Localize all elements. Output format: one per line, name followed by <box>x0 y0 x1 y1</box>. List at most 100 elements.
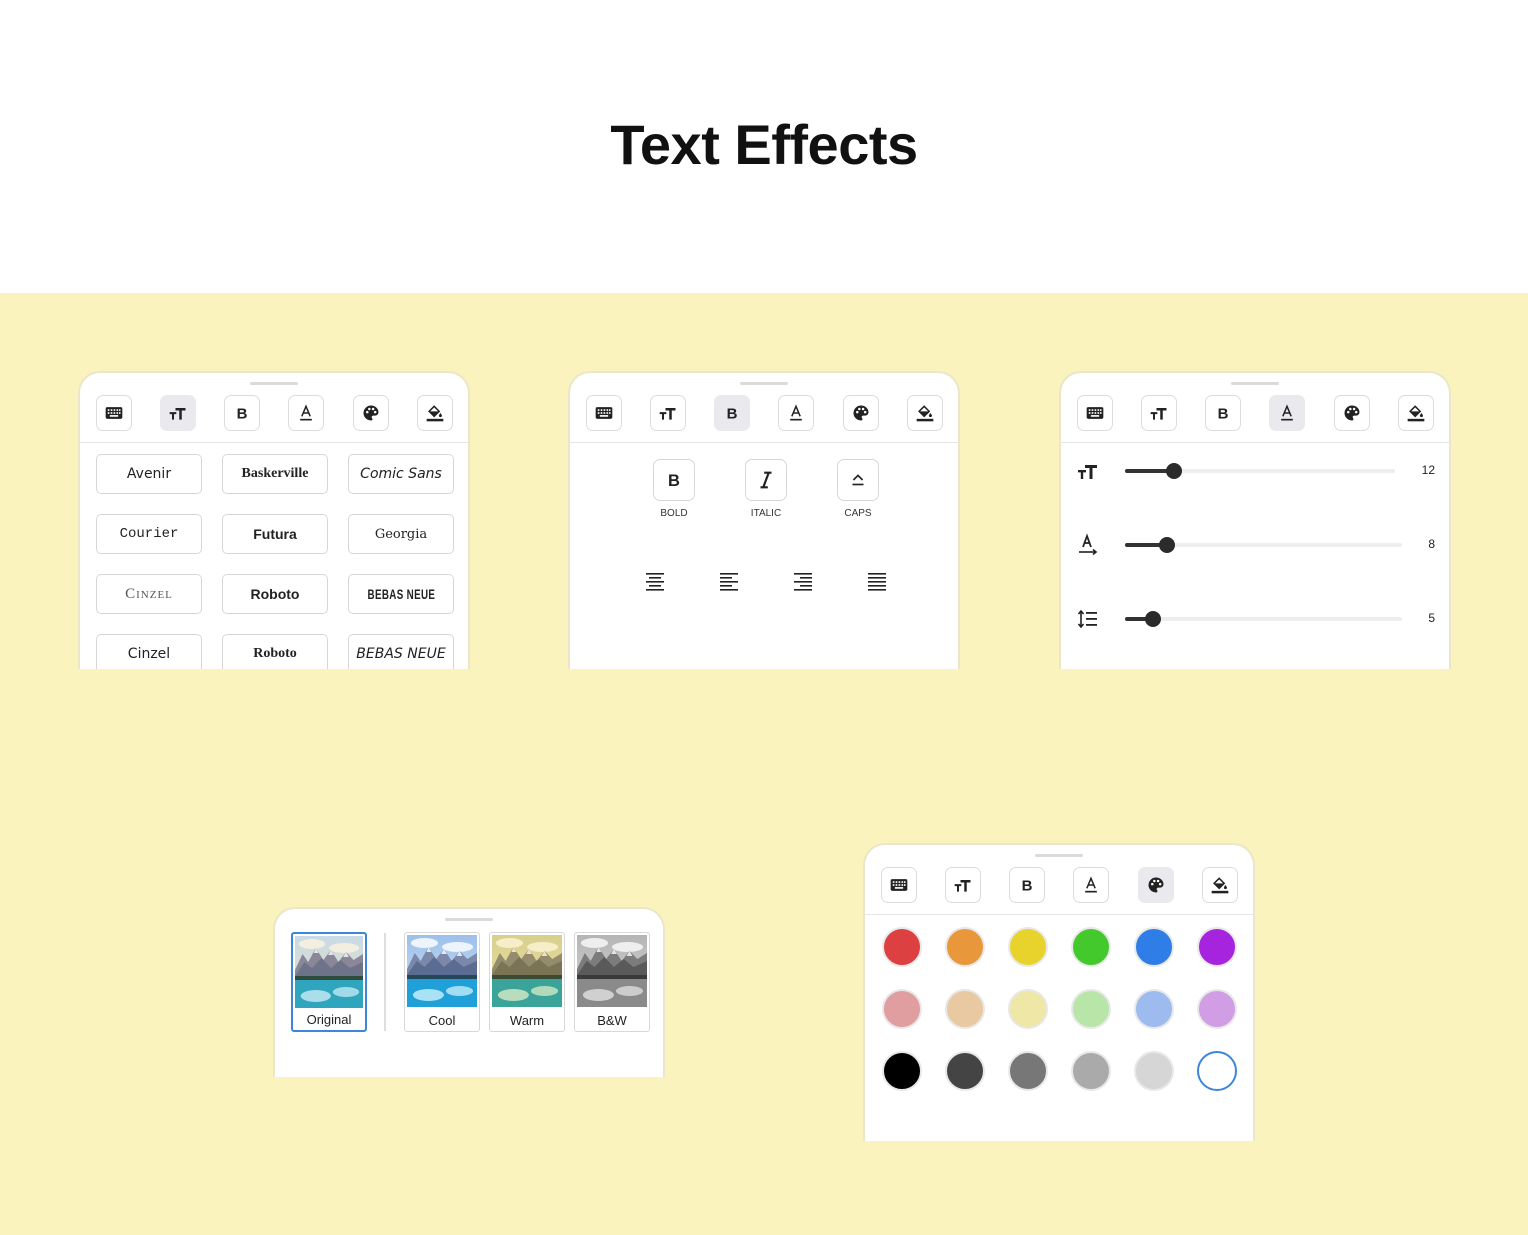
fill-bucket-icon <box>1406 403 1426 423</box>
fill-bucket-icon <box>1210 875 1230 895</box>
color-swatch[interactable] <box>945 927 985 967</box>
color-swatch[interactable] <box>1071 927 1111 967</box>
filter-preview-image <box>295 936 363 1008</box>
color-swatch[interactable] <box>1197 989 1237 1029</box>
color-swatch-selected[interactable] <box>1197 1051 1237 1091</box>
font-option-label: Baskerville <box>241 466 309 481</box>
page-title: Text Effects <box>610 113 918 176</box>
text-size-tool-button[interactable] <box>650 395 686 431</box>
bold-tool-button[interactable]: B <box>1205 395 1241 431</box>
sheet-grabber[interactable] <box>1035 854 1083 857</box>
fill-bucket-tool-button[interactable] <box>907 395 943 431</box>
color-swatch[interactable] <box>1134 1051 1174 1091</box>
font-option[interactable]: Courier <box>96 514 202 554</box>
filter-preview-image <box>407 935 477 1007</box>
letter-spacing-slider[interactable] <box>1125 537 1402 553</box>
font-option[interactable]: Roboto <box>222 574 328 614</box>
toolbar: B <box>570 395 958 443</box>
color-swatch[interactable] <box>882 1051 922 1091</box>
svg-text:B: B <box>1022 877 1033 894</box>
text-size-icon <box>658 403 678 423</box>
keyboard-tool-button[interactable] <box>1077 395 1113 431</box>
text-color-tool-button[interactable] <box>1073 867 1109 903</box>
color-swatch[interactable] <box>1134 927 1174 967</box>
text-color-tool-button[interactable] <box>1269 395 1305 431</box>
line-height-slider-knob[interactable] <box>1144 611 1161 627</box>
palette-tool-button[interactable] <box>353 395 389 431</box>
font-option-label: Avenir <box>126 466 172 482</box>
keyboard-tool-button[interactable] <box>881 867 917 903</box>
svg-text:B: B <box>668 472 680 490</box>
color-swatch[interactable] <box>945 1051 985 1091</box>
bold-tool-button[interactable]: B <box>1009 867 1045 903</box>
filter-bw-option[interactable]: B&W <box>574 932 650 1032</box>
color-swatch[interactable] <box>1197 927 1237 967</box>
text-size-icon <box>1149 403 1169 423</box>
font-option[interactable]: Comic Sans <box>348 454 454 494</box>
filter-label: Original <box>306 1012 352 1027</box>
align-right-icon[interactable] <box>791 569 815 593</box>
sheet-grabber[interactable] <box>740 382 788 385</box>
color-swatch[interactable] <box>1008 927 1048 967</box>
font-option[interactable]: Georgia <box>348 514 454 554</box>
font-size-slider[interactable] <box>1125 463 1395 479</box>
palette-tool-button[interactable] <box>1334 395 1370 431</box>
sheet-grabber[interactable] <box>250 382 298 385</box>
filter-original-option[interactable]: Original <box>291 932 367 1032</box>
align-justify-icon[interactable] <box>865 569 889 593</box>
font-option[interactable]: Cinzel <box>96 574 202 614</box>
text-size-tool-button[interactable] <box>1141 395 1177 431</box>
line-height-value: 5 <box>1428 611 1435 625</box>
caps-style-button[interactable] <box>837 459 879 501</box>
fill-bucket-tool-button[interactable] <box>1398 395 1434 431</box>
align-left-icon[interactable] <box>717 569 741 593</box>
text-color-icon <box>1277 403 1297 423</box>
bold-style-button[interactable]: B <box>653 459 695 501</box>
line-height-slider[interactable] <box>1125 611 1402 627</box>
svg-text:B: B <box>727 405 738 422</box>
font-size-slider-knob[interactable] <box>1165 463 1182 479</box>
font-option[interactable]: Baskerville <box>222 454 328 494</box>
font-option[interactable]: Avenir <box>96 454 202 494</box>
color-swatch[interactable] <box>1134 989 1174 1029</box>
keyboard-tool-button[interactable] <box>586 395 622 431</box>
font-option[interactable]: Roboto <box>222 634 328 669</box>
filter-cool-option[interactable]: Cool <box>404 932 480 1032</box>
color-swatch[interactable] <box>945 989 985 1029</box>
fill-bucket-tool-button[interactable] <box>1202 867 1238 903</box>
color-swatch[interactable] <box>882 989 922 1029</box>
align-center-icon[interactable] <box>643 569 667 593</box>
palette-icon <box>361 403 381 423</box>
font-option[interactable]: BEBAS NEUE <box>348 574 454 614</box>
bold-tool-button[interactable]: B <box>224 395 260 431</box>
letter-spacing-slider-knob[interactable] <box>1158 537 1175 553</box>
color-swatch[interactable] <box>882 927 922 967</box>
text-size-icon <box>953 875 973 895</box>
color-swatch[interactable] <box>1071 989 1111 1029</box>
palette-icon <box>851 403 871 423</box>
text-size-tool-button[interactable] <box>160 395 196 431</box>
color-swatch[interactable] <box>1008 1051 1048 1091</box>
color-swatch[interactable] <box>1071 1051 1111 1091</box>
svg-text:B: B <box>1218 405 1229 422</box>
font-option[interactable]: Cinzel <box>96 634 202 669</box>
color-swatch[interactable] <box>1008 989 1048 1029</box>
text-color-tool-button[interactable] <box>778 395 814 431</box>
font-option[interactable]: Futura <box>222 514 328 554</box>
bold-tool-button[interactable]: B <box>714 395 750 431</box>
text-color-tool-button[interactable] <box>288 395 324 431</box>
italic-style-button[interactable] <box>745 459 787 501</box>
keyboard-tool-button[interactable] <box>96 395 132 431</box>
text-color-icon <box>296 403 316 423</box>
letter-spacing-value: 8 <box>1428 537 1435 551</box>
bold-icon: B <box>232 403 252 423</box>
palette-tool-button[interactable] <box>1138 867 1174 903</box>
sheet-grabber[interactable] <box>1231 382 1279 385</box>
sheet-grabber[interactable] <box>445 918 493 921</box>
palette-tool-button[interactable] <box>843 395 879 431</box>
font-option[interactable]: BEBAS NEUE <box>348 634 454 669</box>
filter-warm-option[interactable]: Warm <box>489 932 565 1032</box>
font-option-label: Roboto <box>250 586 300 602</box>
text-size-tool-button[interactable] <box>945 867 981 903</box>
fill-bucket-tool-button[interactable] <box>417 395 453 431</box>
